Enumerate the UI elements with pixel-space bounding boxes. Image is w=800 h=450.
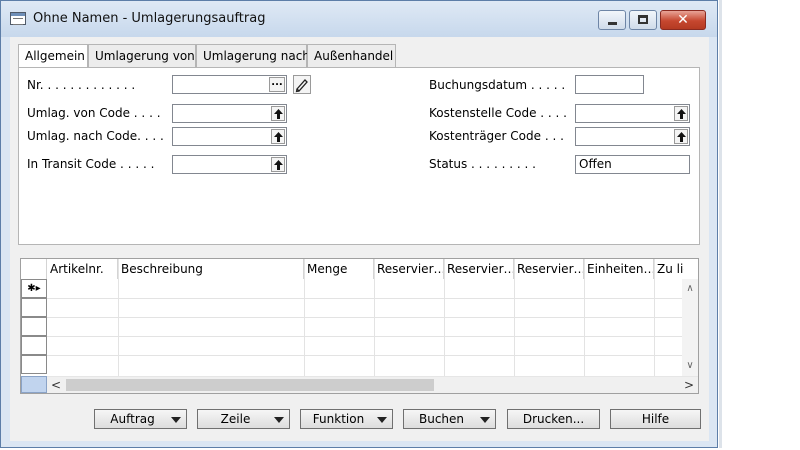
buchen-menu-button[interactable]: Buchen (403, 409, 496, 429)
column-divider (584, 259, 585, 378)
nr-label: Nr. . . . . . . . . . . . . (27, 78, 136, 92)
row-selector[interactable] (21, 317, 47, 336)
row-divider (47, 317, 683, 318)
transit-code-field[interactable] (172, 155, 287, 174)
status-value: Offen (579, 157, 612, 171)
funktion-menu-button[interactable]: Funktion (300, 409, 393, 429)
drucken-button-label: Drucken... (522, 412, 585, 426)
funktion-button-label: Funktion (312, 412, 365, 426)
status-field[interactable]: Offen (575, 155, 690, 174)
zeile-button-label: Zeile (220, 412, 251, 426)
column-header-zu-liefern[interactable]: Zu lie (654, 259, 684, 279)
scroll-left-icon[interactable]: < (48, 377, 64, 393)
row-selector[interactable] (21, 355, 47, 374)
dropdown-arrow-icon (171, 417, 181, 423)
lookup-arrow-icon[interactable] (674, 106, 688, 121)
row-divider (47, 355, 683, 356)
column-header-menge[interactable]: Menge (304, 259, 374, 279)
scroll-down-icon[interactable]: ∨ (682, 358, 698, 374)
auftrag-button-label: Auftrag (110, 412, 155, 426)
zeile-menu-button[interactable]: Zeile (197, 409, 290, 429)
column-divider (444, 259, 445, 378)
column-divider (514, 259, 515, 378)
window-title: Ohne Namen - Umlagerungsauftrag (33, 11, 266, 26)
horizontal-scrollbar[interactable]: < > (47, 376, 698, 393)
scroll-right-icon[interactable]: > (681, 377, 697, 393)
row-selector[interactable] (21, 336, 47, 355)
new-row-selector[interactable]: ✱▸ (21, 279, 47, 298)
tab-allgemein[interactable]: Allgemein (18, 44, 88, 68)
column-divider (304, 259, 305, 378)
auftrag-menu-button[interactable]: Auftrag (94, 409, 187, 429)
column-header-reserviert-3[interactable]: Reservier… (514, 259, 584, 279)
assist-edit-button[interactable]: ... (269, 77, 285, 92)
row-divider (47, 336, 683, 337)
general-tab-panel: Nr. . . . . . . . . . . . . ... Umlag. v… (18, 67, 700, 245)
maximize-icon (638, 15, 648, 24)
cost-object-label: Kostenträger Code . . . (429, 129, 564, 143)
grid-corner-header (21, 259, 47, 279)
column-header-beschreibung[interactable]: Beschreibung (118, 259, 304, 279)
dropdown-arrow-icon (480, 417, 490, 423)
cost-center-field[interactable] (575, 104, 690, 123)
maximize-button[interactable] (629, 10, 657, 30)
column-header-reserviert-2[interactable]: Reservier… (444, 259, 514, 279)
grid-select-all-corner[interactable] (21, 376, 47, 393)
to-code-label: Umlag. nach Code. . . . (27, 129, 164, 143)
tab-umlagerung-von[interactable]: Umlagerung von (88, 44, 196, 67)
lookup-arrow-icon[interactable] (271, 157, 285, 172)
close-icon: ✕ (677, 12, 689, 28)
column-divider (374, 259, 375, 378)
cost-object-field[interactable] (575, 127, 690, 146)
form-icon (10, 12, 26, 25)
transit-code-label: In Transit Code . . . . . (27, 157, 155, 171)
scroll-up-icon[interactable]: ∧ (682, 281, 698, 297)
form-content: Allgemein Umlagerung von Umlagerung nach… (10, 37, 709, 441)
row-selector[interactable] (21, 298, 47, 317)
title-bar[interactable]: Ohne Namen - Umlagerungsauftrag ✕ (1, 1, 717, 37)
dropdown-arrow-icon (377, 417, 387, 423)
scrollbar-thumb[interactable] (66, 379, 434, 391)
hilfe-button[interactable]: Hilfe (610, 409, 701, 429)
cost-center-label: Kostenstelle Code . . . . (429, 106, 567, 120)
lookup-arrow-icon[interactable] (271, 106, 285, 121)
posting-date-field[interactable] (575, 75, 644, 94)
vertical-scrollbar[interactable]: ∧ ∨ (682, 279, 698, 376)
dropdown-arrow-icon (274, 417, 284, 423)
column-divider (654, 259, 655, 378)
posting-date-label: Buchungsdatum . . . . . (429, 78, 566, 92)
from-code-field[interactable] (172, 104, 287, 123)
lookup-arrow-icon[interactable] (271, 129, 285, 144)
minimize-button[interactable] (598, 10, 626, 30)
tab-umlagerung-nach[interactable]: Umlagerung nach (196, 44, 310, 67)
app-window: Ohne Namen - Umlagerungsauftrag ✕ Allgem… (0, 0, 718, 448)
minimize-icon (608, 22, 617, 25)
column-header-reserviert-1[interactable]: Reservier… (374, 259, 444, 279)
hilfe-button-label: Hilfe (641, 412, 670, 426)
window-shadow-edge (719, 0, 722, 448)
to-code-field[interactable] (172, 127, 287, 146)
column-header-artikelnr[interactable]: Artikelnr. (47, 259, 118, 279)
status-label: Status . . . . . . . . . (429, 157, 536, 171)
drucken-button[interactable]: Drucken... (507, 409, 600, 429)
from-code-label: Umlag. von Code . . . . (27, 106, 161, 120)
lines-grid[interactable]: Artikelnr. Beschreibung Menge Reservier…… (20, 258, 699, 394)
column-divider (118, 259, 119, 378)
close-button[interactable]: ✕ (660, 10, 706, 30)
lookup-arrow-icon[interactable] (674, 129, 688, 144)
buchen-button-label: Buchen (418, 412, 465, 426)
row-divider (47, 298, 683, 299)
column-header-einheiten[interactable]: Einheiten… (584, 259, 654, 279)
tab-aussenhandel[interactable]: Außenhandel (307, 44, 396, 67)
pencil-icon[interactable] (293, 75, 311, 94)
nr-field[interactable]: ... (172, 75, 287, 94)
